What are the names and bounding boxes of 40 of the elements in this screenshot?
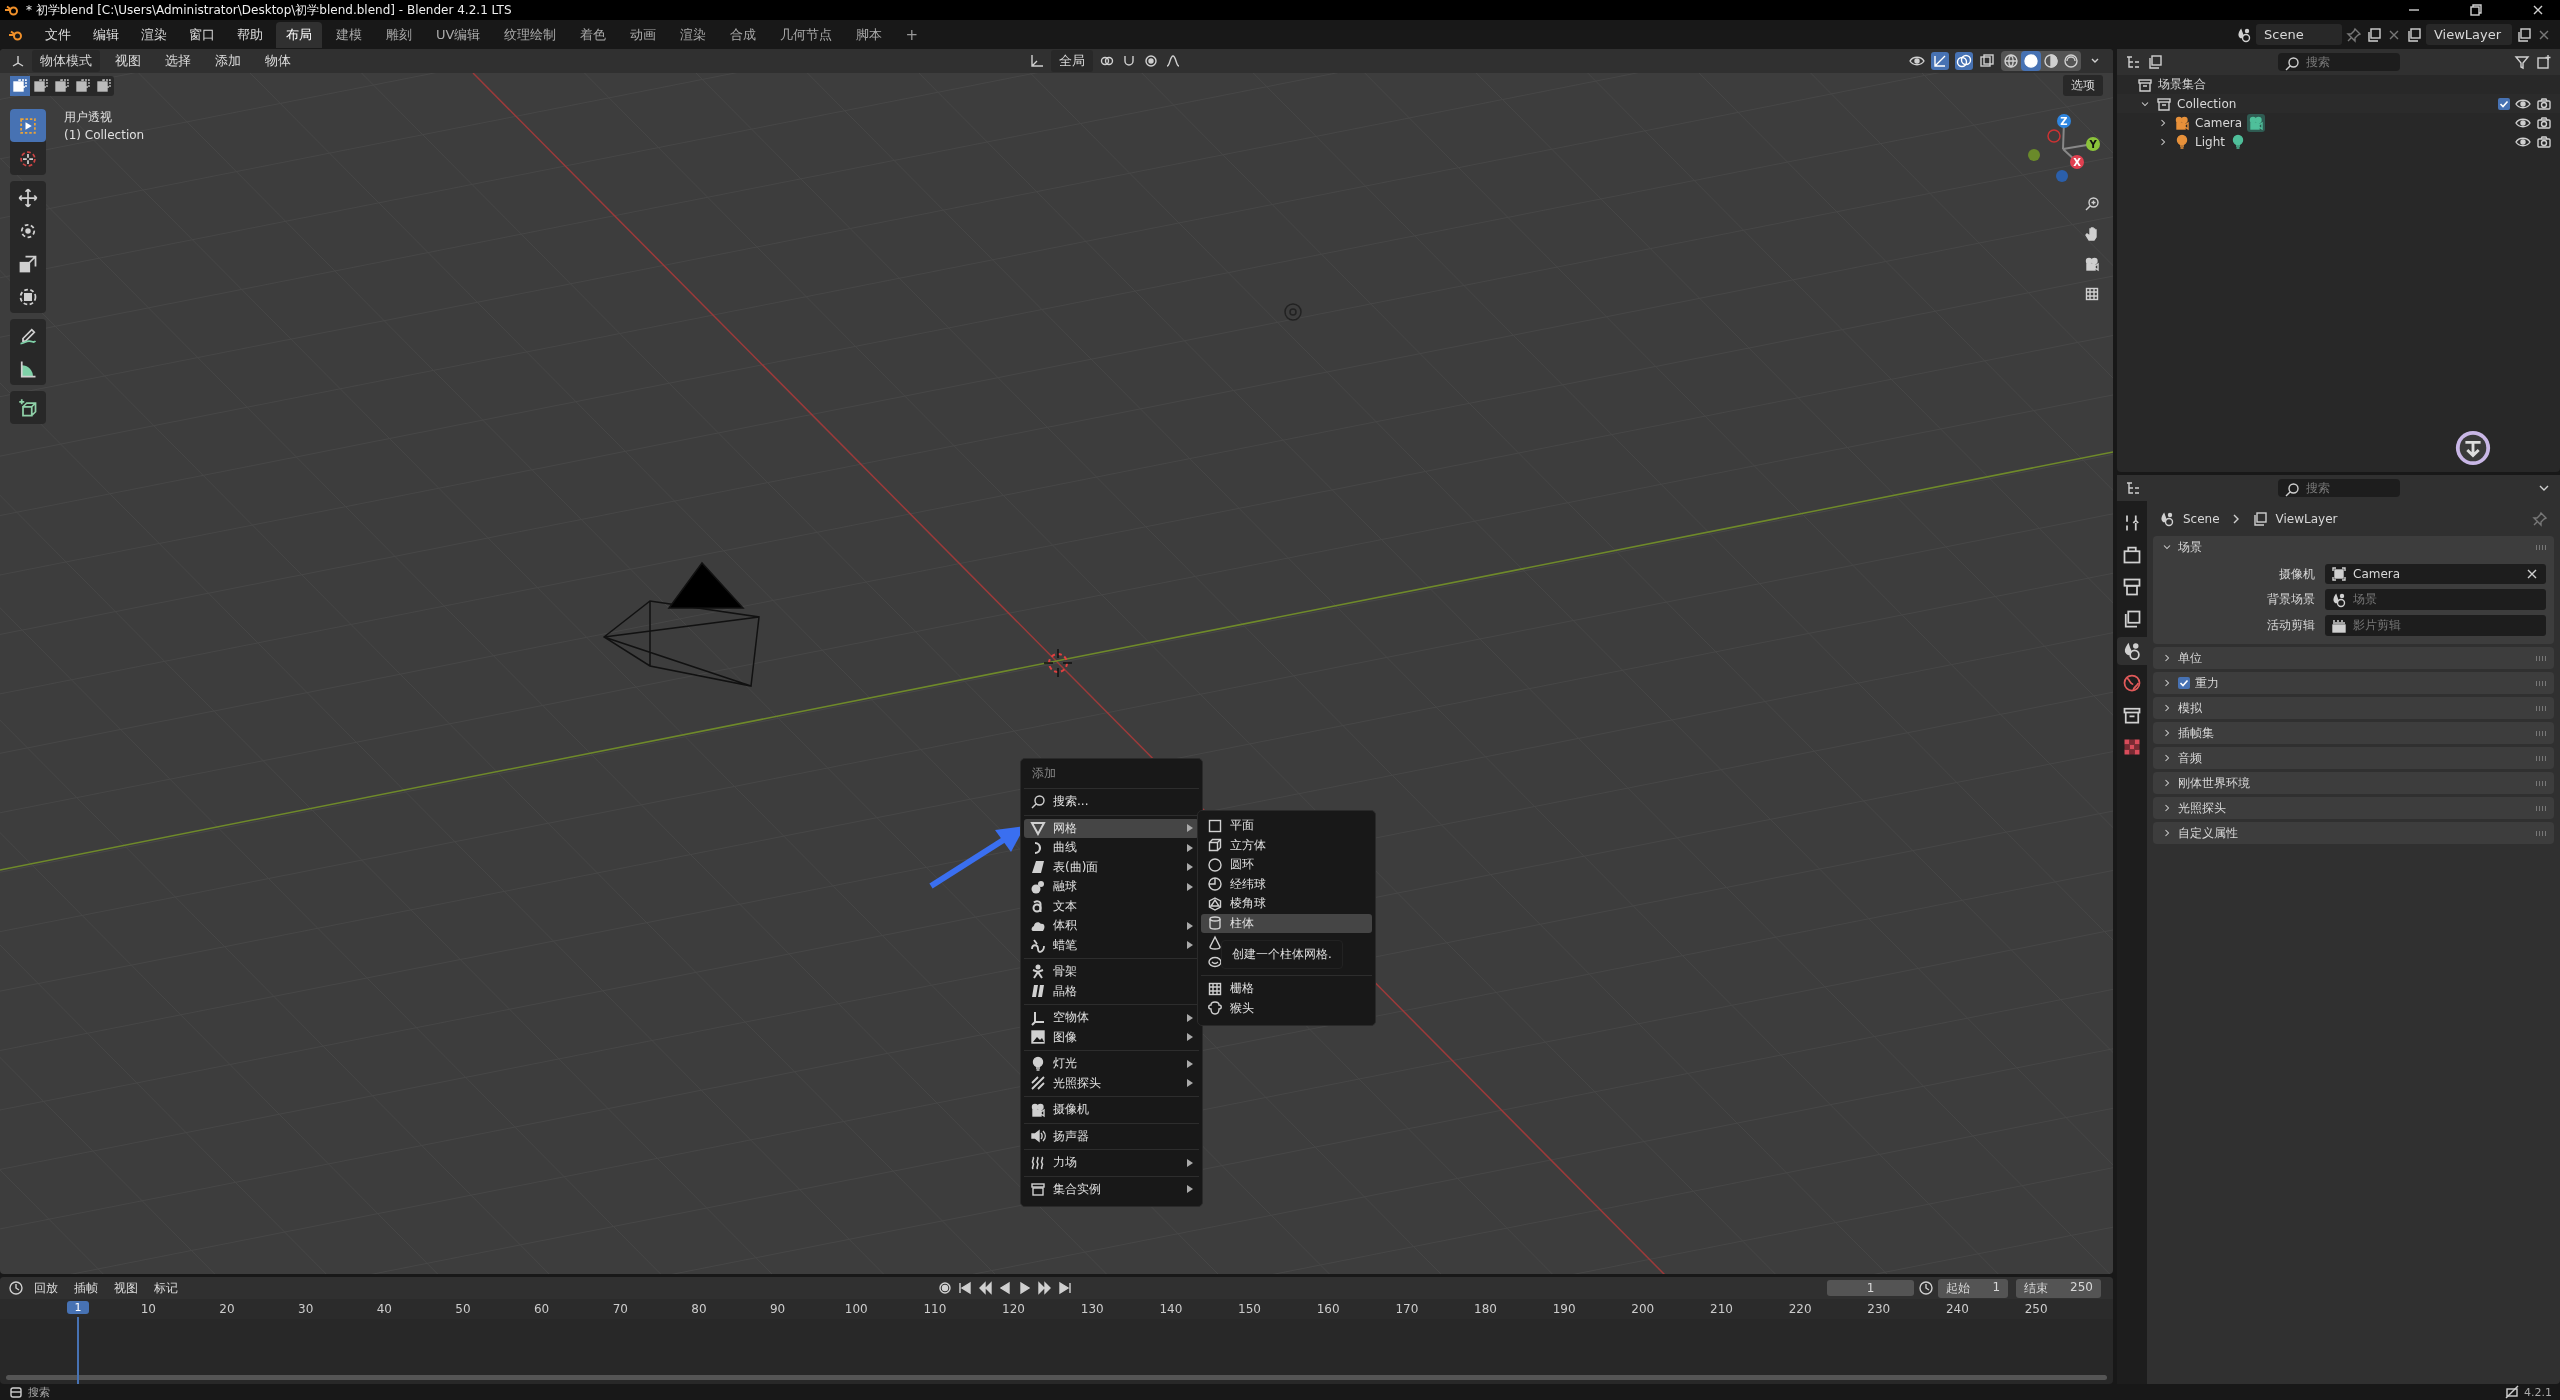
status-text: 搜索	[28, 1384, 50, 1400]
frame-number: 50	[454, 1302, 472, 1316]
field-label: 活动剪辑	[2266, 617, 2315, 634]
frame-number: 170	[1394, 1302, 1420, 1316]
menu-title: 添加	[1024, 761, 1199, 789]
frame-number: 10	[139, 1302, 157, 1316]
viewport-info-text: 用户透视	[64, 109, 113, 126]
axis-label: X	[2073, 157, 2081, 168]
frame-number: 200	[1630, 1302, 1656, 1316]
version-text: 4.2.1	[2524, 1385, 2552, 1399]
frame-number: 190	[1551, 1302, 1577, 1316]
frame-number: 20	[218, 1302, 236, 1316]
frame-number: 160	[1315, 1302, 1341, 1316]
frame-number: 90	[768, 1302, 787, 1316]
frame-number: 150	[1237, 1302, 1262, 1316]
viewport-info-text: (1) Collection	[64, 128, 145, 142]
frame-number: 250	[2023, 1302, 2049, 1316]
frame-number: 180	[1473, 1302, 1498, 1316]
frame-number: 130	[1079, 1302, 1105, 1316]
frame-number: 110	[922, 1302, 948, 1316]
tooltip: 创建一个柱体网格.	[1221, 940, 1343, 969]
frame-number: 70	[611, 1302, 629, 1316]
frame-number: 120	[1001, 1302, 1026, 1316]
breadcrumb-item: ViewLayer	[2275, 512, 2338, 526]
frame-number: 80	[690, 1302, 708, 1316]
frame-number: 100	[843, 1302, 869, 1316]
frame-number: 140	[1158, 1302, 1184, 1316]
frame-number: 240	[1944, 1302, 1970, 1316]
frame-number: 220	[1787, 1302, 1813, 1316]
field-label: 摄像机	[2278, 565, 2315, 583]
frame-number: 210	[1709, 1302, 1734, 1316]
breadcrumb-item: Scene	[2183, 512, 2220, 526]
frame-number: 230	[1866, 1302, 1892, 1316]
frame-number: 30	[297, 1302, 315, 1316]
frame-number: 60	[532, 1302, 551, 1316]
window-title: * 初学blend [C:\Users\Administrator\Desktop\初学blend.blend] - Blender 4.2.1 LTS	[26, 1, 512, 19]
field-label: 背景场景	[2266, 591, 2315, 608]
axis-label: Z	[2060, 116, 2068, 127]
frame-number: 40	[375, 1302, 393, 1316]
axis-label: Y	[2089, 139, 2097, 150]
